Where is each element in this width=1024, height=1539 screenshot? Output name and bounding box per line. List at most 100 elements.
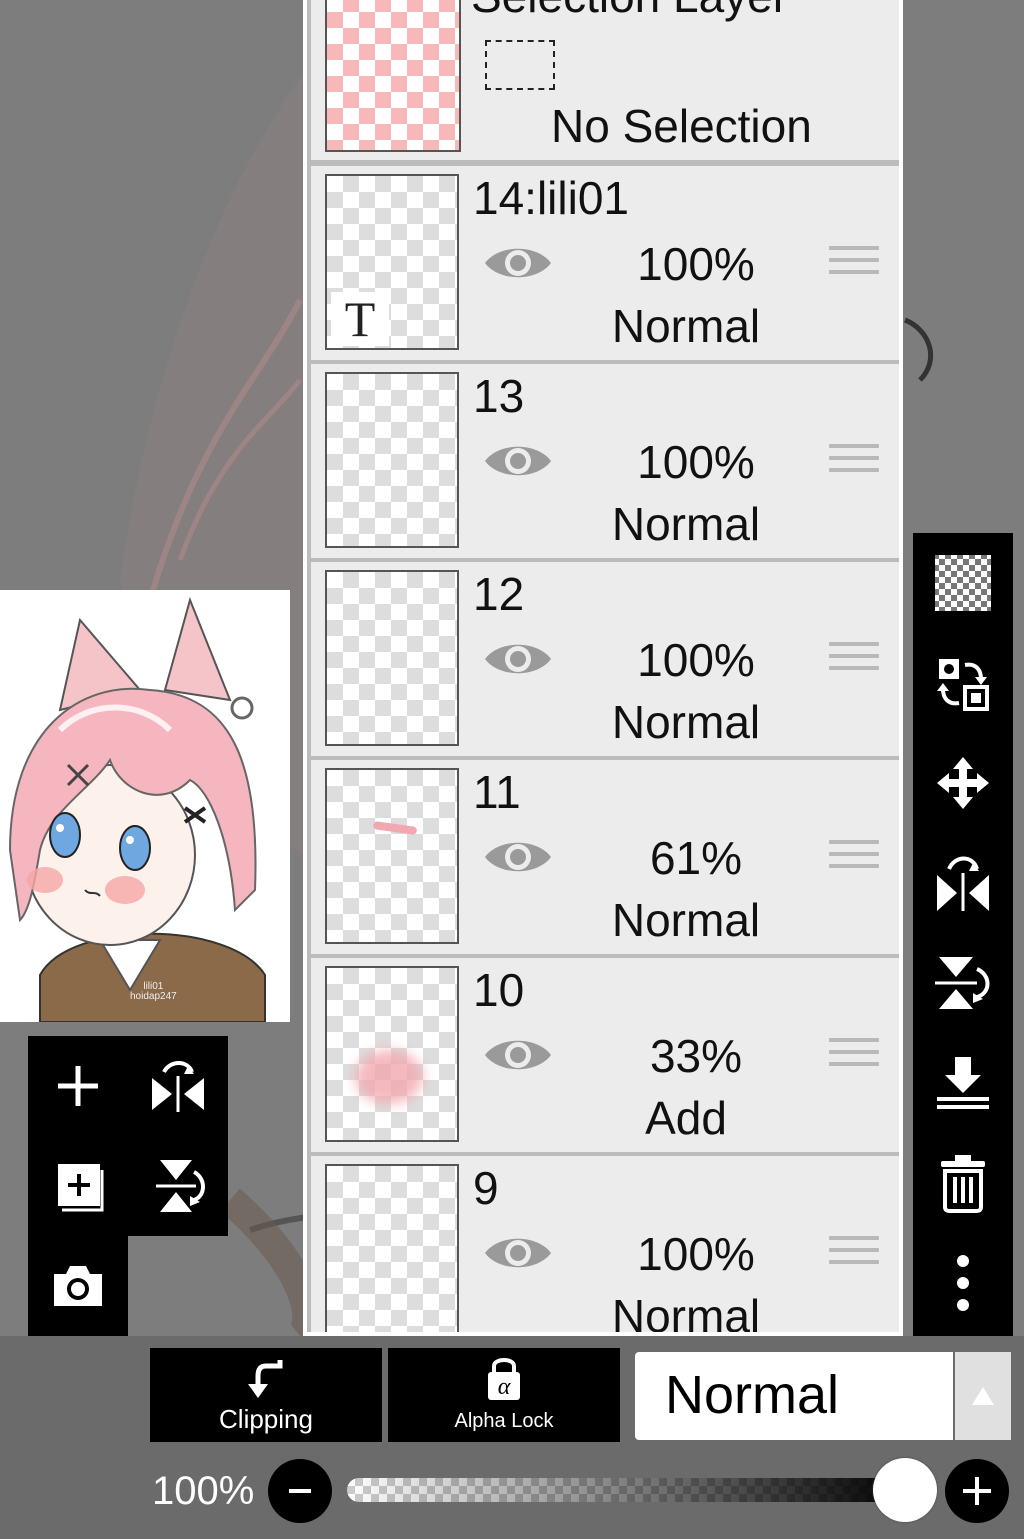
layer-opacity[interactable]: 61% [611,830,781,886]
opacity-increase-button[interactable] [945,1459,1009,1523]
blend-mode-select[interactable]: Normal [635,1352,1011,1440]
flip-vertical-icon [156,1160,205,1212]
blend-mode-dropdown-arrow[interactable] [953,1352,1011,1440]
layer-thumbnail [325,966,459,1142]
opacity-label: 100% [152,1469,255,1513]
drag-handle-icon[interactable] [829,840,879,876]
merge-down-icon [937,1057,989,1109]
signature-line-2: hoidap247 [130,991,177,1002]
swap-icon [937,659,989,711]
visibility-eye-icon[interactable] [483,1230,553,1276]
layer-opacity[interactable]: 100% [611,236,781,292]
flip-layer-vertical-button[interactable] [138,1146,218,1226]
move-icon [937,757,989,809]
minus-icon [289,1489,311,1493]
swap-layer-button[interactable] [923,643,1003,723]
opacity-slider-track[interactable] [347,1478,907,1502]
visibility-eye-icon[interactable] [483,1032,553,1078]
layer-actions-toolbar [913,533,1013,1337]
text-layer-badge: T [331,292,389,346]
add-copy-layer-icon [58,1164,104,1212]
thumbnail-mark [355,1050,423,1104]
layer-row[interactable]: 9 100% Normal [311,1156,899,1332]
character-illustration [8,596,266,1022]
layer-name: 12 [473,568,525,620]
drag-handle-icon[interactable] [829,642,879,678]
opacity-slider-fill [347,1478,907,1502]
transparent-bg-icon [935,555,991,611]
clipping-label: Clipping [219,1404,313,1434]
alpha-lock-label: Alpha Lock [454,1410,554,1432]
visibility-eye-icon[interactable] [483,636,553,682]
flip-horizontal-icon [152,1061,204,1112]
transparent-background-button[interactable] [923,543,1003,623]
thumbnail-mark [372,820,418,836]
artwork-signature: lili01 hoidap247 [130,982,177,1002]
more-options-button[interactable] [923,1243,1003,1323]
camera-icon [54,1266,102,1306]
layer-thumbnail [325,768,459,944]
layer-row[interactable]: 11 61% Normal [311,760,899,954]
selection-layer-row[interactable]: Selection Layer No Selection [311,0,899,160]
drag-handle-icon[interactable] [829,1038,879,1074]
layer-row[interactable]: 10 33% Add [311,958,899,1152]
flip-horizontal-icon [937,856,989,911]
drag-handle-icon[interactable] [829,1236,879,1272]
layer-name: 13 [473,370,525,422]
layer-blend-mode[interactable]: Normal [561,892,811,948]
layer-row[interactable]: T 14:lili01 100% Normal [311,166,899,360]
delete-layer-button[interactable] [923,1143,1003,1223]
selection-dashed-icon [485,40,555,90]
move-layer-button[interactable] [923,743,1003,823]
blend-mode-value: Normal [665,1365,840,1425]
layer-opacity[interactable]: 100% [611,434,781,490]
layer-thumbnail [325,372,459,548]
layer-panel: Selection Layer No Selection T 14:lili01… [303,0,903,1336]
add-copy-layer-button[interactable] [38,1146,118,1226]
layer-row[interactable]: 12 100% Normal [311,562,899,756]
layer-thumbnail [325,570,459,746]
visibility-eye-icon[interactable] [483,834,553,880]
trash-icon [941,1155,985,1213]
svg-text:α: α [498,1374,511,1400]
layer-name: 10 [473,964,525,1016]
flip-layer-horizontal-button[interactable] [138,1046,218,1126]
drag-handle-icon[interactable] [829,444,879,480]
layer-opacity[interactable]: 33% [611,1028,781,1084]
layer-thumbnail: T [325,174,459,350]
layer-opacity[interactable]: 100% [611,1226,781,1282]
layer-name: 9 [473,1162,499,1214]
add-layer-icon [58,1066,98,1106]
merge-down-button[interactable] [923,1043,1003,1123]
layer-list[interactable]: Selection Layer No Selection T 14:lili01… [307,0,899,1332]
lock-icon: α [488,1358,520,1400]
opacity-decrease-button[interactable] [268,1459,332,1523]
flip-vertical-button[interactable] [923,943,1003,1023]
selection-layer-title: Selection Layer [471,0,788,22]
layer-blend-mode[interactable]: Normal [561,496,811,552]
clipping-button[interactable]: Clipping [150,1348,382,1442]
visibility-eye-icon[interactable] [483,438,553,484]
layer-thumbnail [325,1164,459,1332]
layer-row[interactable]: 13 100% Normal [311,364,899,558]
layer-name: 11 [473,766,521,818]
alpha-lock-button[interactable]: α Alpha Lock [388,1348,620,1442]
clipping-arrow-icon [248,1360,283,1398]
layer-blend-mode[interactable]: Normal [561,694,811,750]
layer-blend-mode[interactable]: Add [561,1090,811,1146]
more-vert-icon [957,1255,969,1311]
add-layer-button[interactable] [38,1046,118,1126]
artwork-preview[interactable]: lili01 hoidap247 [0,590,290,1022]
layer-blend-mode[interactable]: Normal [561,1288,811,1332]
selection-layer-thumbnail [325,0,461,152]
drag-handle-icon[interactable] [829,246,879,282]
layer-opacity[interactable]: 100% [611,632,781,688]
layer-blend-mode[interactable]: Normal [561,298,811,354]
camera-button[interactable] [38,1246,118,1326]
flip-horizontal-button[interactable] [923,843,1003,923]
visibility-eye-icon[interactable] [483,240,553,286]
flip-vertical-icon [935,957,990,1009]
layer-name: 14:lili01 [473,172,629,224]
plus-icon [963,1477,991,1505]
opacity-slider-knob[interactable] [873,1458,937,1522]
